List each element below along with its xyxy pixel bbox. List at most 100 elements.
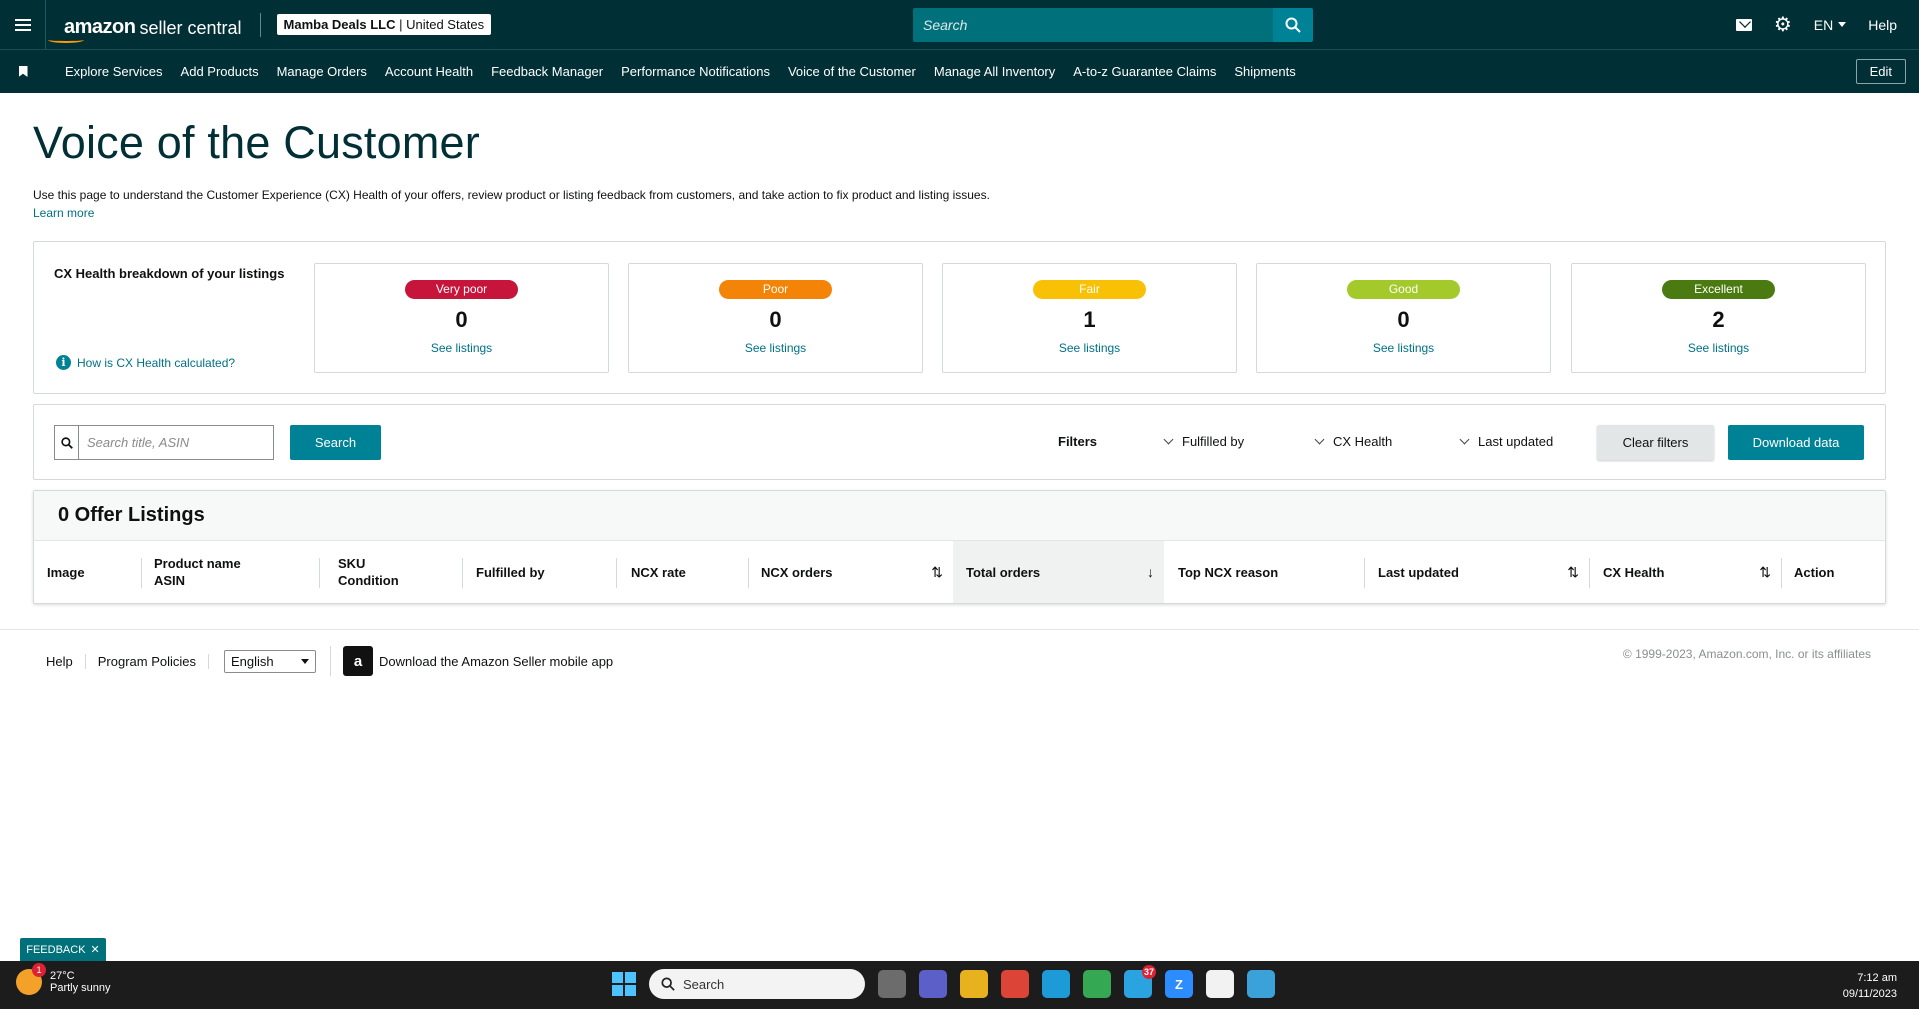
see-listings-link[interactable]: See listings bbox=[1257, 341, 1550, 355]
see-listings-link[interactable]: See listings bbox=[315, 341, 608, 355]
account-switcher[interactable]: Mamba Deals LLC | United States bbox=[276, 14, 492, 35]
nav-manage-orders[interactable]: Manage Orders bbox=[277, 64, 367, 79]
nav-performance-notifications[interactable]: Performance Notifications bbox=[621, 64, 770, 79]
weather-widget[interactable]: 1 27°C Partly sunny bbox=[16, 963, 111, 995]
top-right-controls: ⚙ EN Help bbox=[1735, 0, 1919, 49]
system-clock[interactable]: 7:12 am 09/11/2023 bbox=[1843, 970, 1897, 1002]
nav-voice-of-the-customer[interactable]: Voice of the Customer bbox=[788, 64, 916, 79]
seller-central-logo[interactable]: amazon seller central bbox=[46, 11, 242, 43]
help-link[interactable]: Help bbox=[1868, 17, 1897, 33]
account-name: Mamba Deals LLC bbox=[283, 17, 396, 32]
sort-icon[interactable]: ⇅ bbox=[931, 564, 943, 581]
language-code: EN bbox=[1813, 16, 1834, 33]
app-icon[interactable] bbox=[1206, 970, 1234, 998]
col-ncx-orders[interactable]: NCX orders ⇅ bbox=[748, 541, 953, 603]
col-condition-label: Condition bbox=[338, 573, 399, 588]
sort-descending-icon[interactable]: ↓ bbox=[1147, 564, 1154, 581]
footer-links: Help Program Policies English a Download… bbox=[46, 646, 613, 676]
see-listings-link[interactable]: See listings bbox=[943, 341, 1236, 355]
nav-feedback-manager[interactable]: Feedback Manager bbox=[491, 64, 603, 79]
footer-help-link[interactable]: Help bbox=[46, 653, 86, 669]
sort-icon[interactable]: ⇅ bbox=[1567, 564, 1579, 581]
feedback-label: FEEDBACK bbox=[26, 943, 86, 956]
gear-icon[interactable]: ⚙ bbox=[1774, 15, 1792, 35]
notepad-icon[interactable] bbox=[1247, 970, 1275, 998]
account-region: United States bbox=[406, 17, 485, 32]
search-button[interactable]: Search bbox=[290, 425, 381, 460]
fulfilled-by-dropdown[interactable]: Fulfilled by bbox=[1163, 434, 1245, 449]
column-divider bbox=[462, 558, 463, 588]
col-image: Image bbox=[47, 564, 85, 580]
column-divider bbox=[141, 558, 142, 588]
cx-health-title: CX Health breakdown of your listings bbox=[54, 266, 285, 281]
last-updated-dropdown[interactable]: Last updated bbox=[1459, 434, 1554, 449]
see-listings-link[interactable]: See listings bbox=[629, 341, 922, 355]
search-icon bbox=[1285, 17, 1301, 33]
cx-card-poor: Poor 0 See listings bbox=[628, 263, 923, 373]
file-explorer-icon[interactable] bbox=[960, 970, 988, 998]
taskbar-search[interactable]: Search bbox=[649, 969, 865, 999]
edge-icon[interactable] bbox=[1042, 970, 1070, 998]
clock-time: 7:12 am bbox=[1857, 972, 1897, 984]
see-listings-link[interactable]: See listings bbox=[1572, 341, 1865, 355]
weather-condition: Partly sunny bbox=[50, 982, 111, 994]
weather-icon: 1 bbox=[16, 963, 46, 995]
windows-start-icon[interactable] bbox=[612, 972, 636, 996]
footer-language-select[interactable]: English bbox=[224, 649, 317, 673]
nav-items: Explore Services Add Products Manage Ord… bbox=[65, 64, 1314, 79]
telegram-icon[interactable]: 37 bbox=[1124, 965, 1156, 998]
chrome-icon[interactable] bbox=[1001, 970, 1029, 998]
global-search-input[interactable]: Search bbox=[913, 8, 1273, 42]
footer-language-value: English bbox=[231, 653, 274, 669]
chrome-profile-icon[interactable] bbox=[1083, 970, 1111, 998]
language-selector[interactable]: EN bbox=[1813, 16, 1847, 33]
close-icon[interactable]: ✕ bbox=[91, 943, 100, 956]
cx-health-dropdown[interactable]: CX Health bbox=[1314, 434, 1392, 449]
dropdown-label: Fulfilled by bbox=[1182, 434, 1245, 449]
learn-more-link[interactable]: Learn more bbox=[33, 206, 94, 220]
mail-icon[interactable] bbox=[1735, 18, 1752, 31]
teams-icon[interactable] bbox=[919, 970, 947, 998]
mobile-app-link[interactable]: a Download the Amazon Seller mobile app bbox=[330, 646, 613, 676]
cx-health-help-link[interactable]: i How is CX Health calculated? bbox=[56, 355, 235, 370]
clear-filters-button[interactable]: Clear filters bbox=[1597, 425, 1714, 460]
chevron-down-icon bbox=[1838, 22, 1847, 27]
chevron-down-icon bbox=[1459, 434, 1470, 445]
zoom-icon[interactable]: Z bbox=[1165, 970, 1193, 998]
nav-a-to-z-claims[interactable]: A-to-z Guarantee Claims bbox=[1073, 64, 1216, 79]
cx-badge: Excellent bbox=[1662, 280, 1775, 299]
col-cx-health[interactable]: CX Health ⇅ bbox=[1589, 541, 1781, 603]
col-last-updated[interactable]: Last updated ⇅ bbox=[1364, 541, 1589, 603]
filter-panel: Search Filters Fulfilled by CX Health La… bbox=[33, 404, 1886, 480]
info-icon: i bbox=[56, 355, 71, 370]
bookmark-icon[interactable] bbox=[0, 66, 46, 77]
dropdown-label: Last updated bbox=[1478, 434, 1554, 449]
listing-search-input[interactable] bbox=[79, 426, 273, 459]
bookmark-nav-bar: Explore Services Add Products Manage Ord… bbox=[0, 49, 1919, 93]
cx-badge: Very poor bbox=[405, 280, 518, 299]
sort-icon[interactable]: ⇅ bbox=[1759, 564, 1771, 581]
nav-manage-all-inventory[interactable]: Manage All Inventory bbox=[934, 64, 1055, 79]
cx-health-help-label: How is CX Health calculated? bbox=[77, 355, 236, 370]
cx-count: 1 bbox=[1083, 307, 1096, 332]
task-view-icon[interactable] bbox=[878, 970, 906, 998]
divider bbox=[259, 12, 261, 37]
menu-icon[interactable] bbox=[0, 0, 46, 49]
weather-badge: 1 bbox=[32, 963, 46, 977]
nav-add-products[interactable]: Add Products bbox=[181, 64, 259, 79]
cx-badge: Fair bbox=[1033, 280, 1146, 299]
col-fulfilled-by: Fulfilled by bbox=[476, 564, 545, 580]
global-search-button[interactable] bbox=[1273, 8, 1313, 42]
cx-badge: Poor bbox=[719, 280, 832, 299]
offer-listings-table: 0 Offer Listings Image Product name ASIN … bbox=[33, 490, 1886, 604]
footer-program-policies-link[interactable]: Program Policies bbox=[86, 653, 210, 669]
download-data-button[interactable]: Download data bbox=[1728, 425, 1864, 460]
nav-explore-services[interactable]: Explore Services bbox=[65, 64, 163, 79]
page-footer: Help Program Policies English a Download… bbox=[0, 629, 1919, 689]
nav-account-health[interactable]: Account Health bbox=[385, 64, 473, 79]
cx-count: 0 bbox=[769, 307, 782, 332]
feedback-tab[interactable]: FEEDBACK ✕ bbox=[20, 938, 106, 961]
col-total-orders[interactable]: Total orders ↓ bbox=[953, 541, 1164, 603]
nav-shipments[interactable]: Shipments bbox=[1234, 64, 1295, 79]
edit-nav-button[interactable]: Edit bbox=[1855, 59, 1906, 84]
